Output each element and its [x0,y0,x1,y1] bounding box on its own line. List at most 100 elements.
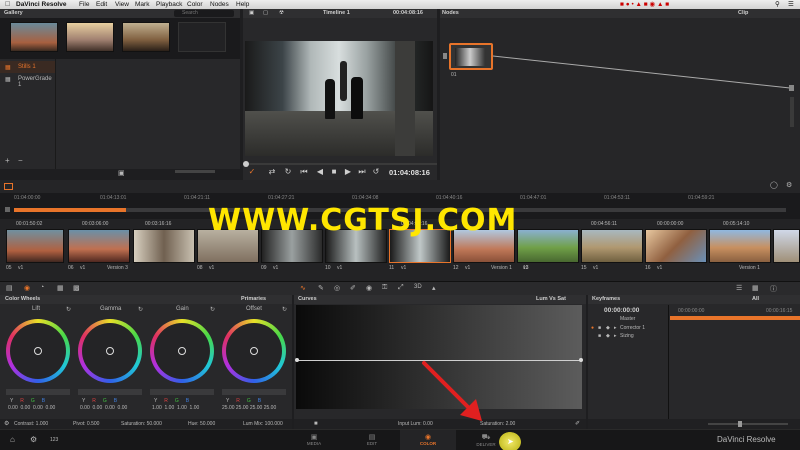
notification-icon[interactable]: ☰ [788,0,794,9]
loop-playback-icon[interactable]: ↺ [371,167,381,177]
clip-thumbnail-partial[interactable] [773,229,800,263]
gamma-master-slider[interactable] [78,389,142,395]
keyframes-zoom-slider[interactable] [708,423,788,425]
camera-raw-icon[interactable]: ▤ [6,284,13,292]
curve-point-start[interactable] [295,358,299,362]
stereo-3d-icon[interactable]: 3D [414,284,422,290]
spotlight-icon[interactable]: ⚲ [775,0,780,9]
still-thumb-3[interactable] [122,22,170,52]
track-lock-icon[interactable]: ■ [598,333,601,339]
keyframe-track-sizing[interactable]: Sizing [620,333,634,339]
offset-values[interactable]: 25.00 25.00 25.00 25.00 [222,405,276,411]
menu-view[interactable]: View [115,0,129,9]
menu-file[interactable]: File [79,0,89,9]
settings-gear-icon[interactable]: ⚙ [30,435,37,444]
play-icon[interactable]: ▶ [343,167,353,177]
clip[interactable]: v1 00:04:56:11 15 v1 [523,219,643,279]
clip[interactable]: 00:05:14:10 Version 1 [709,219,771,279]
auto-balance-icon[interactable]: ⚙ [4,419,9,429]
timeline-clip-bar-active[interactable] [14,208,126,212]
album-stills-row[interactable]: ▦ Stills 1 [0,61,55,73]
lum-mix-value[interactable]: Lum Mix: 100.000 [243,419,283,429]
wheel-handle[interactable] [106,347,114,355]
keyframes-panel-icon[interactable]: ☰ [736,284,742,292]
keyframe-track-master[interactable]: Master [620,316,635,322]
info-icon[interactable]: ⓘ [770,284,777,294]
color-wheels-icon[interactable]: ◉ [24,284,30,292]
gain-values[interactable]: 1.00 1.00 1.00 1.00 [152,405,199,411]
clip[interactable]: 00:00:00:00 16 v1 [645,219,707,279]
viewer-layout-icon[interactable]: ▣ [249,9,254,18]
tracker-icon[interactable]: ✐ [350,284,356,292]
lift-master-slider[interactable] [6,389,70,395]
track-keyframe-icon[interactable]: ◆ [606,325,610,331]
offset-master-slider[interactable] [222,389,286,395]
clip[interactable]: 00:01:50:02 05 v1 [6,219,64,279]
sizing-icon[interactable]: ⤢ [398,284,404,292]
tab-media[interactable]: ▣ MEDIA [302,433,326,446]
home-icon[interactable]: ⌂ [10,435,15,444]
rgb-mixer-icon[interactable]: ◔ [40,284,44,291]
menu-color[interactable]: Color [187,0,203,9]
pick-color-icon[interactable]: ✓ [247,167,257,177]
still-thumb-2[interactable] [66,22,114,52]
timeline-name[interactable]: Timeline 1 [323,9,350,18]
motion-icon[interactable]: ▦ [57,284,64,292]
viewer-scrubber[interactable] [243,163,437,165]
still-thumb-1[interactable] [10,22,58,52]
gain-wheel[interactable] [150,319,214,383]
loop-icon[interactable]: ↻ [283,167,293,177]
tab-deliver[interactable]: ⛟ DELIVER [474,433,498,447]
reset-icon[interactable]: ↻ [138,306,143,313]
timeline-view-icon[interactable] [4,183,13,190]
keyframes-clip-range[interactable] [670,316,800,320]
viewer-mode-icon[interactable]: ▢ [263,9,268,18]
wheel-handle[interactable] [178,347,186,355]
blur-icon[interactable]: ◉ [366,284,372,292]
curve-point-end[interactable] [579,358,583,362]
key-icon[interactable]: ⚿ [382,284,387,292]
track-arrow-icon[interactable]: ▸ [614,325,617,331]
video-frame[interactable] [245,41,433,156]
stereo-icon[interactable]: ▴ [432,284,436,292]
stop-icon[interactable]: ■ [329,167,339,177]
gamma-values[interactable]: 0.00 0.00 0.00 0.00 [80,405,127,411]
reset-icon[interactable]: ↻ [66,306,71,313]
curves-reset-icon[interactable]: ■ [314,419,318,429]
keyframe-track-corrector[interactable]: Corrector 1 [620,325,645,331]
wheel-handle[interactable] [34,347,42,355]
reset-icon[interactable]: ↻ [282,306,287,313]
reset-icon[interactable]: ↻ [210,306,215,313]
gain-master-slider[interactable] [150,389,214,395]
gallery-zoom-slider[interactable] [175,170,215,173]
gallery-search-input[interactable]: Search [174,10,234,17]
album-powergrade-row[interactable]: ▦ PowerGrade 1 [0,73,55,88]
curves-icon[interactable]: ∿ [300,284,306,292]
gallery-view-icon[interactable]: ▣ [118,169,125,177]
reverse-play-icon[interactable]: ◀ [315,167,325,177]
apple-icon[interactable]:  [5,0,10,9]
still-thumb-empty[interactable] [178,22,226,52]
track-lock-icon[interactable]: ■ [598,325,601,331]
nodes-scrollbar[interactable] [790,97,794,127]
saturation-value[interactable]: Saturation: 50.000 [121,419,162,429]
hue-value[interactable]: Hue: 50.000 [188,419,215,429]
curves-mode[interactable]: Lum Vs Sat [536,295,566,304]
menu-edit[interactable]: Edit [96,0,107,9]
track-arrow-icon[interactable]: ▸ [614,333,617,339]
track-keyframe-icon[interactable]: ◆ [606,333,610,339]
menu-nodes[interactable]: Nodes [210,0,229,9]
menu-mark[interactable]: Mark [135,0,149,9]
menu-playback[interactable]: Playback [156,0,182,9]
window-icon[interactable]: ◎ [334,284,340,292]
color-wheels-mode[interactable]: Primaries [241,295,266,304]
track-expand-icon[interactable]: ● [591,325,594,331]
scopes-panel-icon[interactable]: ▦ [752,284,759,292]
contrast-value[interactable]: Contrast: 1.000 [14,419,48,429]
keyframes-zoom-handle[interactable] [738,421,742,427]
globe-icon[interactable]: ◯ [770,181,778,189]
lift-wheel[interactable] [6,319,70,383]
first-frame-icon[interactable]: ⏮ [299,167,309,177]
wipe-icon[interactable]: ☢ [279,9,284,18]
lift-values[interactable]: 0.00 0.00 0.00 0.00 [8,405,55,411]
